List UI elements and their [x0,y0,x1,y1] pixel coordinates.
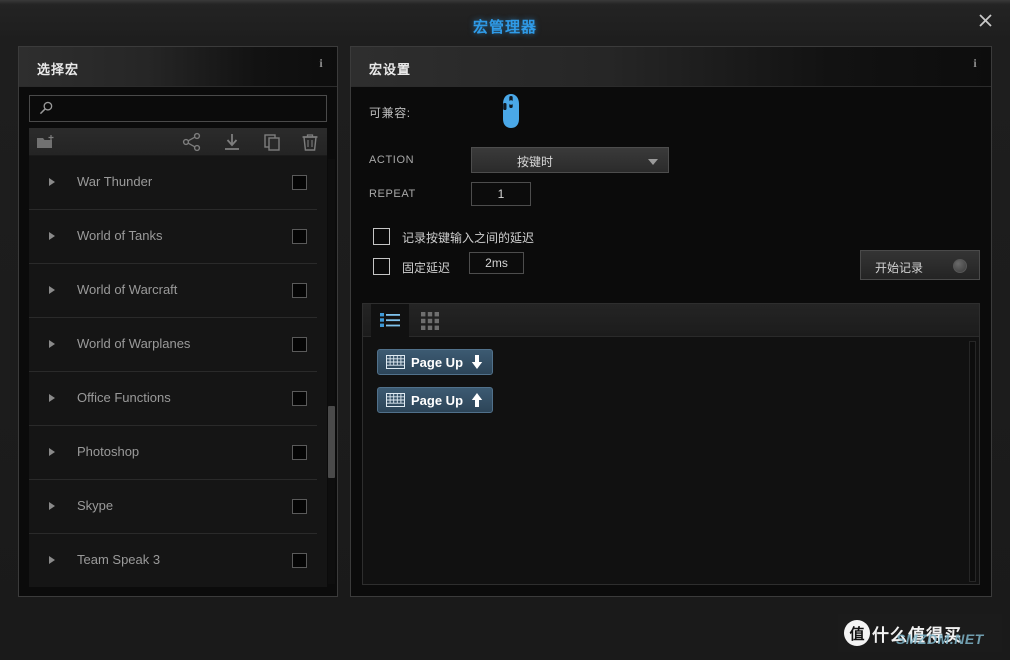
repeat-input[interactable]: 1 [471,182,531,206]
new-folder-glyph [37,135,54,148]
macro-list-item[interactable]: World of Warcraft [29,264,317,318]
macro-list[interactable]: War Thunder World of Tanks World of Warcra… [29,156,327,587]
duplicate-icon[interactable] [261,132,283,152]
macro-list-item-label: Photoshop [77,444,140,459]
delete-icon[interactable] [299,132,321,152]
keyboard-icon [386,355,405,369]
close-button[interactable] [968,3,1002,37]
title-bar: 宏管理器 [0,0,1010,46]
macro-list-item[interactable]: Office Functions [29,372,317,426]
share-glyph [182,132,201,152]
mouse-icon [503,94,519,128]
macro-list-scroll-thumb[interactable] [328,405,335,478]
tab-grid-view[interactable] [411,304,449,337]
action-select[interactable]: 按键时 [471,147,669,173]
arrow-down-icon [471,355,483,369]
macro-list-item-label: World of Warplanes [77,336,191,351]
import-glyph [225,134,239,150]
new-folder-icon[interactable] [35,132,57,152]
macro-list-item-label: Office Functions [77,390,171,405]
close-icon [978,13,992,27]
trash-glyph [302,134,318,151]
grid-icon [421,311,439,330]
macro-key-label: Page Up [411,392,464,408]
keyboard-icon [386,393,405,407]
expand-arrow-icon[interactable] [49,232,55,240]
macro-manager-window: 宏管理器 选择宏 i War Thunder World of Tanks Wo… [0,0,1010,660]
arrow-up-icon [471,393,483,407]
tab-list-view[interactable] [371,304,409,337]
expand-arrow-icon[interactable] [49,448,55,456]
macro-list-item-label: War Thunder [77,174,153,189]
record-delay-label: 记录按键输入之间的延迟 [402,231,535,245]
compatible-label: 可兼容: [369,106,411,120]
macro-settings-title: 宏设置 [369,62,412,77]
expand-arrow-icon[interactable] [49,286,55,294]
import-icon[interactable] [221,132,243,152]
macro-list-item-label: Skype [77,498,114,513]
expand-arrow-icon[interactable] [49,340,55,348]
info-icon[interactable]: i [967,55,983,71]
macro-profile-swatch[interactable] [292,337,307,352]
start-record-button[interactable]: 开始记录 [860,250,980,280]
macro-list-item[interactable]: World of Tanks [29,210,317,264]
expand-arrow-icon[interactable] [49,394,55,402]
macro-profile-swatch[interactable] [292,391,307,406]
macro-settings-header: 宏设置 i [351,47,991,87]
macro-list-item-label: Team Speak 3 [77,552,161,567]
watermark-subtext: SMZDM.NET [896,631,984,647]
action-label: ACTION [369,154,415,166]
macro-key-chip[interactable]: Page Up [377,387,494,413]
macro-list-item-label: World of Tanks [77,228,163,243]
macro-profile-swatch[interactable] [292,445,307,460]
sequence-scrollbar[interactable] [969,341,976,582]
macro-list-item[interactable]: Photoshop [29,426,317,480]
fixed-delay-checkbox[interactable] [373,258,390,275]
expand-arrow-icon[interactable] [49,502,55,510]
action-select-value: 按键时 [517,155,554,169]
macro-profile-swatch[interactable] [292,553,307,568]
watermark-badge: 值 [844,620,870,646]
macro-profile-swatch[interactable] [292,229,307,244]
macro-list-toolbar [29,128,327,156]
fixed-delay-label: 固定延迟 [402,261,451,275]
window-title: 宏管理器 [472,19,537,36]
select-macro-panel: 选择宏 i War Thunder World of Tanks World o… [18,46,338,597]
record-delay-checkbox[interactable] [373,228,390,245]
fixed-delay-input[interactable]: 2ms [469,252,524,274]
expand-arrow-icon[interactable] [49,556,55,564]
macro-sequence-box: Page Up Page Up [362,303,980,585]
chevron-down-icon [648,159,658,165]
select-macro-header: 选择宏 i [19,47,337,87]
start-record-label: 开始记录 [875,261,924,275]
macro-list-scrollbar[interactable] [328,159,335,584]
macro-profile-swatch[interactable] [292,499,307,514]
macro-profile-swatch[interactable] [292,175,307,190]
record-dot-icon [953,259,967,273]
macro-list-item[interactable]: World of Warplanes [29,318,317,372]
search-icon [39,101,53,115]
share-icon[interactable] [181,132,203,152]
macro-list-item-label: World of Warcraft [77,282,178,297]
macro-list-item[interactable]: Skype [29,480,317,534]
macro-list-item[interactable]: War Thunder [29,156,317,210]
macro-key-label: Page Up [411,354,464,370]
macro-key-chip[interactable]: Page Up [377,349,494,375]
select-macro-title: 选择宏 [37,62,80,77]
duplicate-glyph [264,134,280,151]
watermark: 值 什么值得买 SMZDM.NET [838,614,1002,652]
repeat-label: REPEAT [369,188,416,200]
search-input[interactable] [64,96,322,121]
sequence-view-tabs [363,304,979,337]
search-box[interactable] [29,95,327,122]
macro-list-item[interactable]: Team Speak 3 [29,534,317,587]
macro-profile-swatch[interactable] [292,283,307,298]
macro-settings-panel: 宏设置 i 可兼容: ACTION 按键时 REPEAT 1 记录按键输入之间的… [350,46,992,597]
sequence-list[interactable]: Page Up Page Up [363,337,979,586]
expand-arrow-icon[interactable] [49,178,55,186]
list-icon [380,313,400,327]
info-icon[interactable]: i [313,55,329,71]
